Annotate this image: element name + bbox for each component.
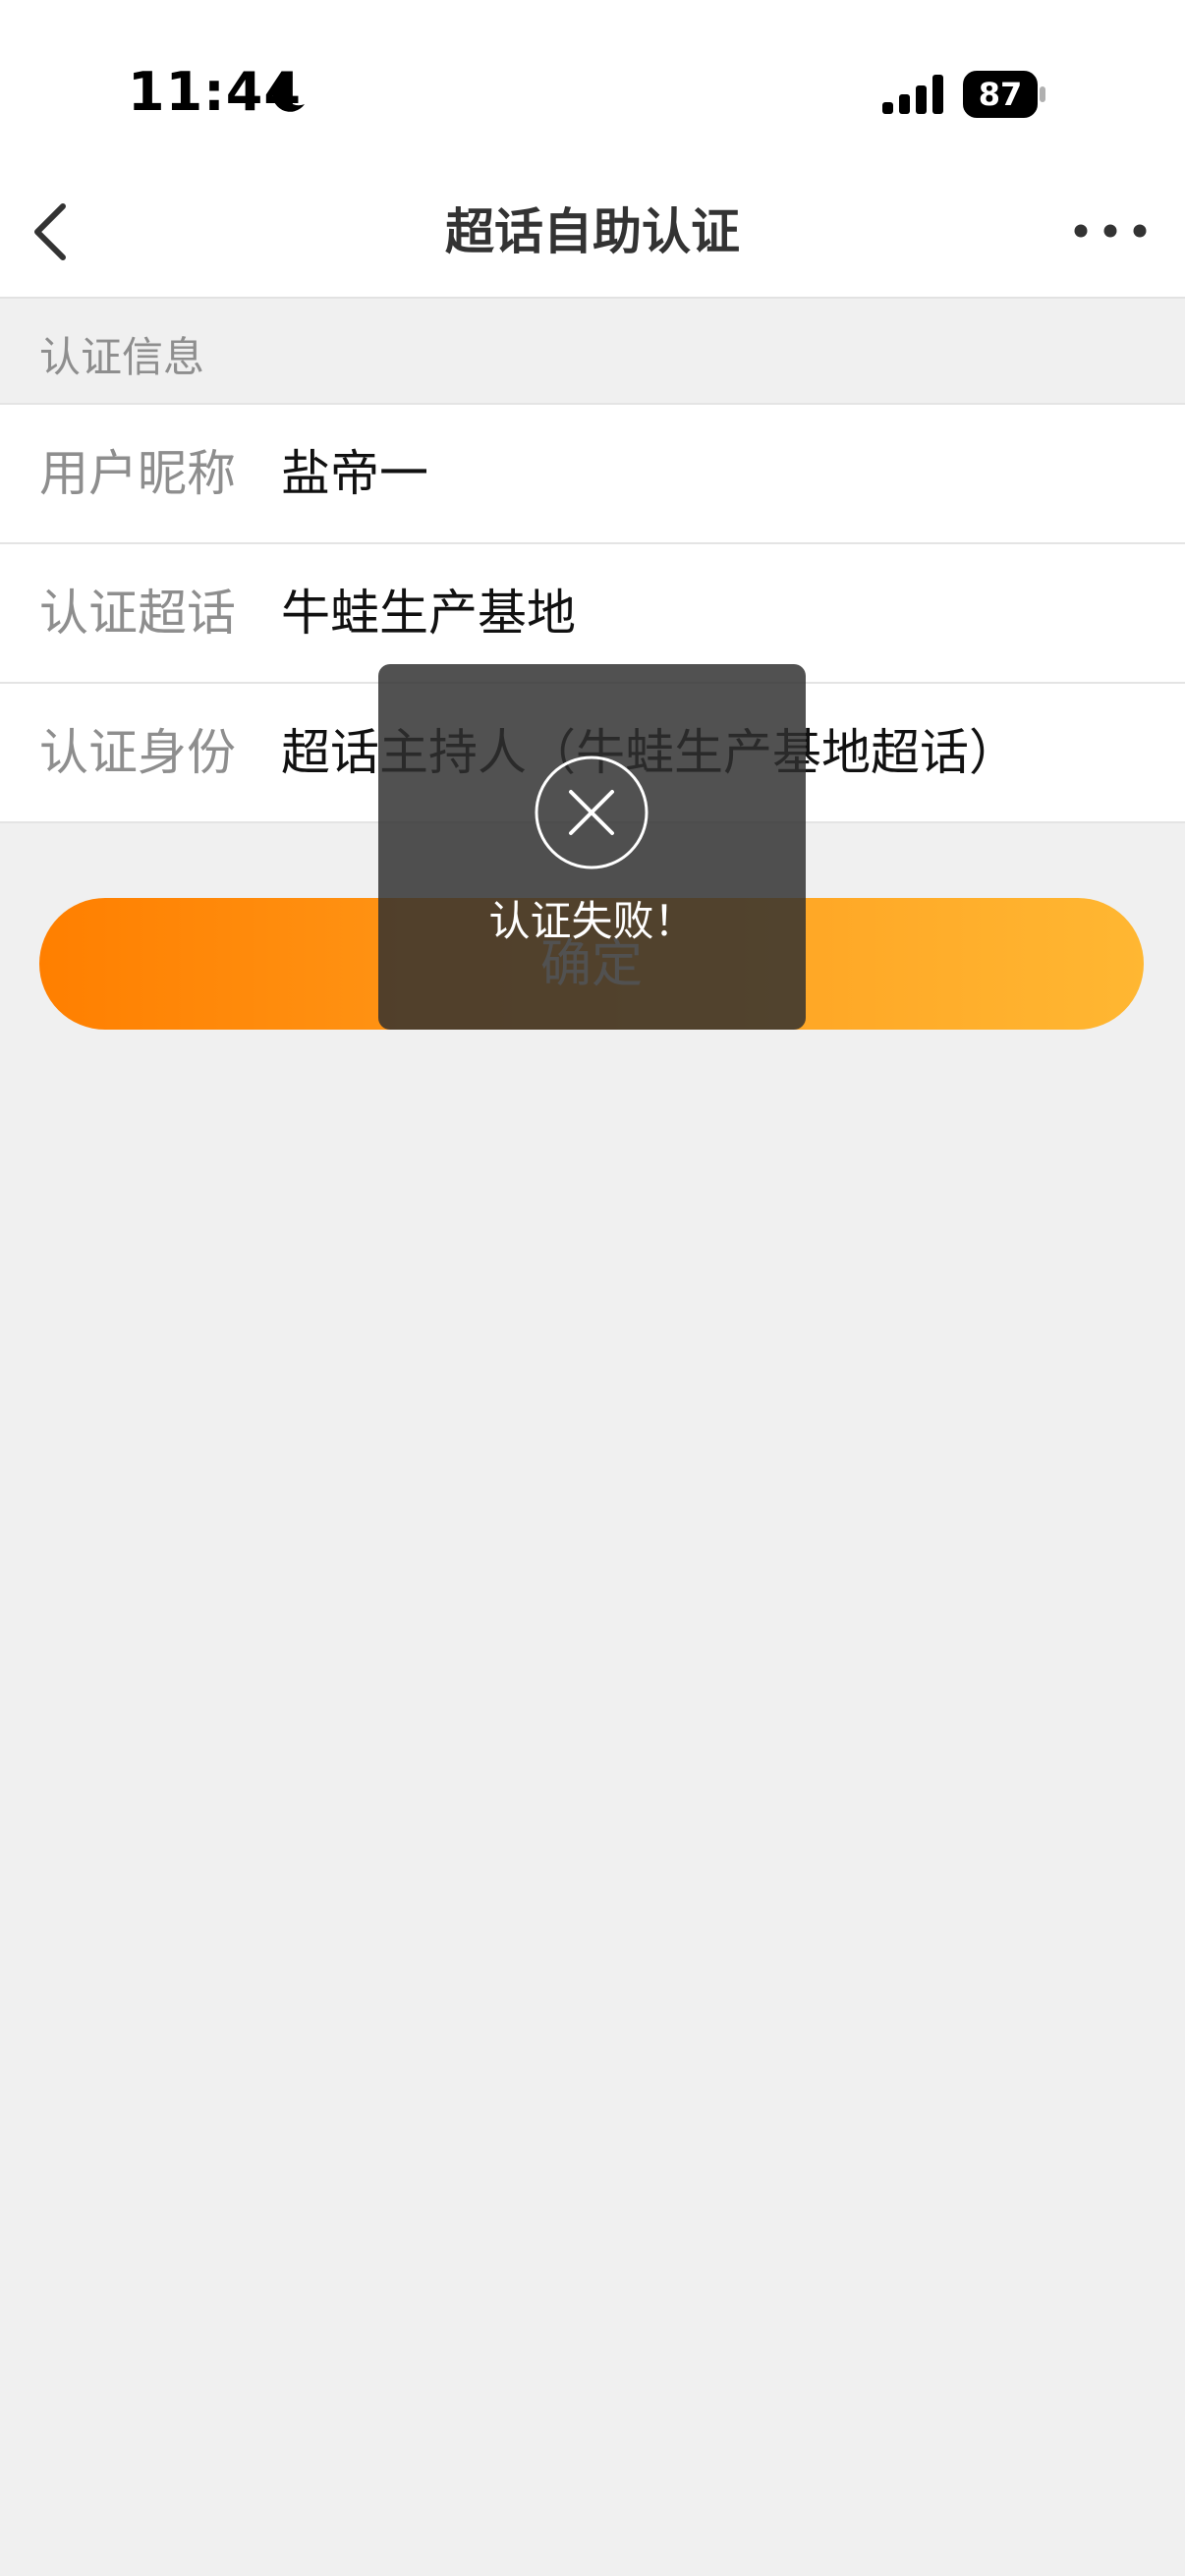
battery-level: 87 (963, 71, 1038, 118)
info-value: 牛蛙生产基地 (281, 585, 576, 642)
info-row-nickname: 用户昵称 盐帝一 (0, 405, 1185, 544)
info-row-super-topic: 认证超话 牛蛙生产基地 (0, 544, 1185, 684)
battery-icon: 87 (963, 71, 1047, 118)
info-label: 用户昵称 (39, 445, 236, 502)
back-icon[interactable] (29, 200, 79, 263)
info-label: 认证超话 (39, 585, 236, 642)
status-bar: 11:44 87 (0, 0, 1185, 167)
toast-message: 认证失败！ (488, 897, 696, 945)
error-toast: 认证失败！ (378, 664, 806, 1030)
info-value: 盐帝一 (281, 445, 428, 502)
page-title: 超话自助认证 (445, 203, 740, 260)
info-label: 认证身份 (39, 724, 236, 781)
close-circle-icon (535, 756, 649, 869)
section-label: 认证信息 (39, 333, 205, 381)
battery-tip (1040, 86, 1045, 102)
nav-bar: 超话自助认证 (0, 167, 1185, 299)
signal-icon (882, 75, 943, 114)
more-icon[interactable] (1071, 216, 1150, 246)
moon-icon (272, 76, 305, 112)
